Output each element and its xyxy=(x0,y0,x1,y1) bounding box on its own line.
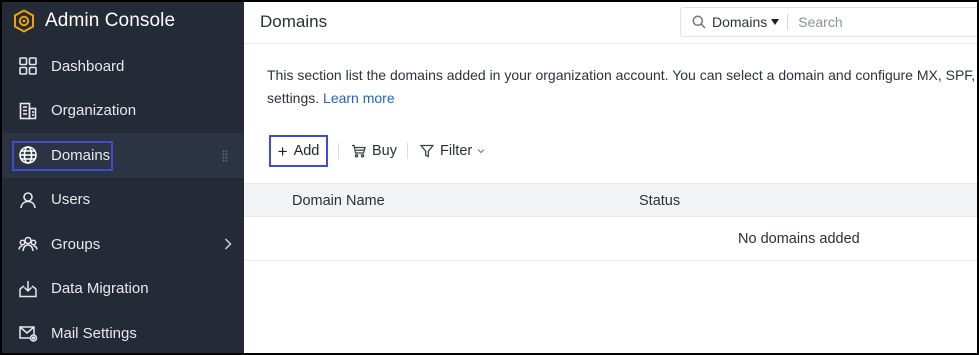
app-window: Admin Console Dashboard Organization Dom… xyxy=(2,2,977,353)
toolbar: + Add Buy Filter xyxy=(267,134,485,168)
building-icon xyxy=(18,101,38,121)
migration-icon xyxy=(18,279,38,299)
sidebar-item-data-migration[interactable]: Data Migration xyxy=(2,267,244,312)
user-icon xyxy=(18,190,38,210)
sidebar: Admin Console Dashboard Organization Dom… xyxy=(2,2,244,353)
groups-icon xyxy=(18,234,38,254)
buy-button[interactable]: Buy xyxy=(351,143,397,159)
sidebar-item-groups[interactable]: Groups xyxy=(2,222,244,267)
mail-settings-icon xyxy=(18,323,38,343)
sidebar-item-label: Mail Settings xyxy=(51,324,137,342)
description-line-2: settings. xyxy=(267,90,320,106)
admin-console-logo-icon xyxy=(12,9,36,33)
search-input[interactable] xyxy=(798,14,949,30)
top-bar: Domains Domains xyxy=(244,2,977,44)
toolbar-divider xyxy=(407,143,408,159)
sidebar-item-mail-settings[interactable]: Mail Settings xyxy=(2,311,244,353)
empty-state-message: No domains added xyxy=(738,231,860,247)
add-button[interactable]: + Add xyxy=(269,135,328,167)
sidebar-item-dashboard[interactable]: Dashboard xyxy=(2,44,244,89)
search-scope-dropdown[interactable]: Domains xyxy=(712,14,780,30)
section-description: This section list the domains added in y… xyxy=(267,64,977,110)
add-label: Add xyxy=(293,143,320,159)
caret-down-icon xyxy=(771,19,780,25)
main-content: Domains Domains This section list the do… xyxy=(244,2,977,353)
column-header-status[interactable]: Status xyxy=(639,193,680,209)
chevron-right-icon[interactable] xyxy=(224,237,232,254)
dashboard-icon xyxy=(18,56,38,76)
search-box: Domains xyxy=(680,7,977,37)
sidebar-item-label: Groups xyxy=(51,235,101,253)
brand-title: Admin Console xyxy=(45,10,176,31)
plus-icon: + xyxy=(277,141,288,161)
table-header: Domain Name Status xyxy=(244,183,977,217)
filter-label: Filter xyxy=(440,143,473,159)
description-line-1: This section list the domains added in y… xyxy=(267,67,976,83)
table-empty-row: No domains added xyxy=(244,217,977,261)
highlight-box xyxy=(12,141,113,171)
column-header-domain-name[interactable]: Domain Name xyxy=(292,193,385,209)
search-divider xyxy=(787,14,789,30)
sidebar-item-label: Data Migration xyxy=(51,280,149,298)
sidebar-item-domains[interactable]: Domains xyxy=(2,133,244,178)
learn-more-link[interactable]: Learn more xyxy=(323,90,395,106)
buy-label: Buy xyxy=(372,143,397,159)
sidebar-item-label: Organization xyxy=(51,102,137,120)
search-scope-label: Domains xyxy=(712,14,768,30)
page-title: Domains xyxy=(260,12,328,31)
sidebar-item-users[interactable]: Users xyxy=(2,178,244,223)
brand[interactable]: Admin Console xyxy=(2,2,244,40)
sidebar-item-organization[interactable]: Organization xyxy=(2,89,244,134)
sidebar-item-label: Dashboard xyxy=(51,57,125,75)
search-icon xyxy=(692,15,706,29)
drag-handle-icon[interactable] xyxy=(222,149,228,162)
filter-button[interactable]: Filter xyxy=(420,143,485,159)
cart-icon xyxy=(351,144,366,158)
chevron-down-icon xyxy=(477,148,485,154)
sidebar-item-label: Users xyxy=(51,191,91,209)
filter-icon xyxy=(420,144,434,158)
toolbar-divider xyxy=(338,143,339,159)
